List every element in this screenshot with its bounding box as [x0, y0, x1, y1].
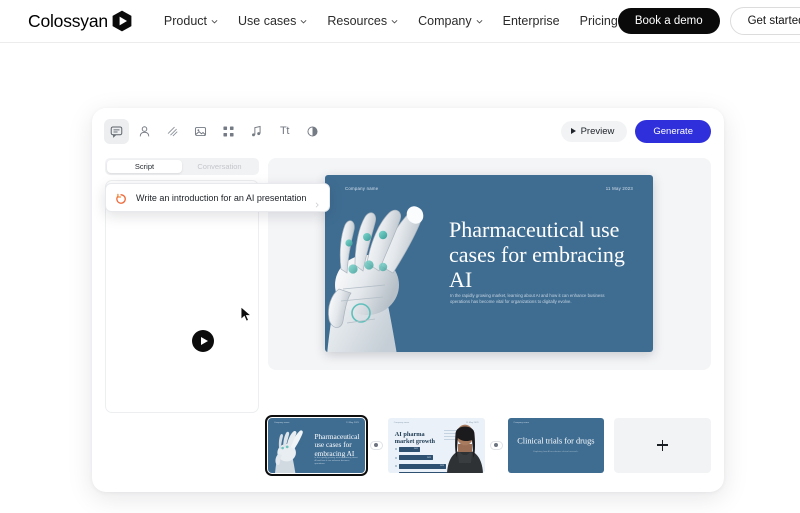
chevron-down-icon [211, 18, 218, 25]
slide-transition-button-2[interactable] [490, 441, 503, 450]
bullet-icon [395, 448, 397, 450]
mouse-cursor-icon [240, 306, 253, 328]
generate-button[interactable]: Generate [635, 120, 711, 143]
nav-links: Product Use cases Resources Company Ente… [164, 14, 618, 28]
main-slide[interactable]: Company name 11 May 2023 [325, 175, 653, 352]
slide-title: Pharmaceutical use cases for embracing A… [449, 217, 639, 292]
get-started-button[interactable]: Get started [730, 7, 800, 35]
ai-suggestion-popup[interactable]: Write an introduction for an AI presenta… [105, 183, 330, 212]
chevron-down-icon [476, 18, 483, 25]
slide-transition-button-1[interactable] [370, 441, 383, 450]
music-icon[interactable] [244, 119, 269, 144]
chevron-right-icon [314, 195, 320, 201]
thumb-company-name: Company name [274, 422, 289, 424]
nav-item-label: Enterprise [503, 14, 560, 28]
shapes-icon[interactable] [300, 119, 325, 144]
app-editor-card: Tt Preview Generate Script Conversation [92, 108, 724, 492]
ai-suggestion-text: Write an introduction for an AI presenta… [136, 193, 306, 203]
nav-item-product[interactable]: Product [164, 14, 218, 28]
thumb-robot-hand-icon [269, 426, 313, 473]
thumb-subtitle: Exploring how AI accelerates clinical re… [527, 451, 585, 454]
script-icon[interactable] [104, 119, 129, 144]
nav-item-label: Pricing [580, 14, 618, 28]
editor-toolbar: Tt Preview Generate [92, 108, 724, 154]
transition-icon [494, 443, 498, 447]
nav-item-resources[interactable]: Resources [327, 14, 398, 28]
nav-item-label: Resources [327, 14, 387, 28]
nav-item-pricing[interactable]: Pricing [580, 14, 618, 28]
thumb-date: 11 May 2023 [346, 422, 358, 424]
plus-icon [657, 440, 668, 451]
slide-date: 11 May 2023 [606, 186, 633, 191]
thumb-company-name: Company name [514, 422, 529, 424]
brand-logo[interactable]: Colossyan [28, 10, 132, 32]
slide-thumbnail-3[interactable]: Company name Clinical trials for drugs E… [508, 418, 605, 473]
nav-item-use-cases[interactable]: Use cases [238, 14, 307, 28]
transition-icon [374, 443, 378, 447]
slide-thumbnail-strip: Company name 11 May 2023 Pharmaceutical … [268, 414, 711, 476]
robot-hand-image [325, 193, 441, 352]
image-icon[interactable] [188, 119, 213, 144]
nav-item-enterprise[interactable]: Enterprise [503, 14, 560, 28]
script-text-area[interactable] [105, 180, 259, 413]
slide-subtitle: In the rapidly growing market, learning … [450, 293, 615, 305]
preview-button[interactable]: Preview [561, 121, 628, 142]
toolbar-actions: Preview Generate [561, 120, 711, 143]
chevron-down-icon [391, 18, 398, 25]
add-slide-button[interactable] [614, 418, 711, 473]
top-navigation-bar: Colossyan Product Use cases Resources [0, 0, 800, 43]
thumb-title: AI pharma market growth [395, 431, 441, 445]
effects-icon[interactable] [160, 119, 185, 144]
book-demo-button[interactable]: Book a demo [618, 8, 720, 34]
ai-sparkle-icon [115, 192, 127, 204]
thumb-company-name: Company name [394, 422, 409, 424]
bar-label: 2022 [427, 457, 431, 459]
thumb-title: Pharmaceutical use cases for embracing A… [314, 433, 362, 458]
bar-label: 2023 [440, 465, 444, 467]
text-icon-glyph: Tt [280, 125, 289, 137]
play-preview-button[interactable] [192, 330, 214, 352]
thumb-subtitle: In the rapidly growing market, learning … [314, 457, 359, 466]
slide-company-name: Company name [345, 186, 378, 191]
nav-item-label: Company [418, 14, 472, 28]
avatar-icon[interactable] [132, 119, 157, 144]
presenter-avatar-image [445, 418, 485, 473]
nav-item-label: Product [164, 14, 207, 28]
nav-item-label: Use cases [238, 14, 296, 28]
slide-preview-stage: Company name 11 May 2023 [268, 158, 711, 370]
bullet-icon [395, 457, 397, 459]
text-icon[interactable]: Tt [272, 119, 297, 144]
apps-grid-icon[interactable] [216, 119, 241, 144]
play-icon [201, 337, 208, 345]
thumb-title: Clinical trials for drugs [511, 436, 600, 445]
logo-text: Colossyan [28, 11, 108, 32]
script-tab-switch: Script Conversation [105, 158, 259, 175]
chevron-down-icon [300, 18, 307, 25]
slide-thumbnail-1[interactable]: Company name 11 May 2023 Pharmaceutical … [268, 418, 365, 473]
nav-item-company[interactable]: Company [418, 14, 483, 28]
tool-icon-group: Tt [104, 119, 325, 144]
tab-conversation[interactable]: Conversation [182, 160, 257, 173]
bullet-icon [395, 465, 397, 467]
slide-thumbnail-2[interactable]: Company name 11 May 2023 AI pharma marke… [388, 418, 485, 473]
nav-actions: Book a demo Get started [618, 7, 800, 35]
hexagon-play-icon [112, 10, 132, 32]
bar-label: 2021 [414, 448, 418, 450]
play-icon [571, 128, 576, 134]
preview-label: Preview [581, 126, 615, 137]
tab-script[interactable]: Script [107, 160, 182, 173]
